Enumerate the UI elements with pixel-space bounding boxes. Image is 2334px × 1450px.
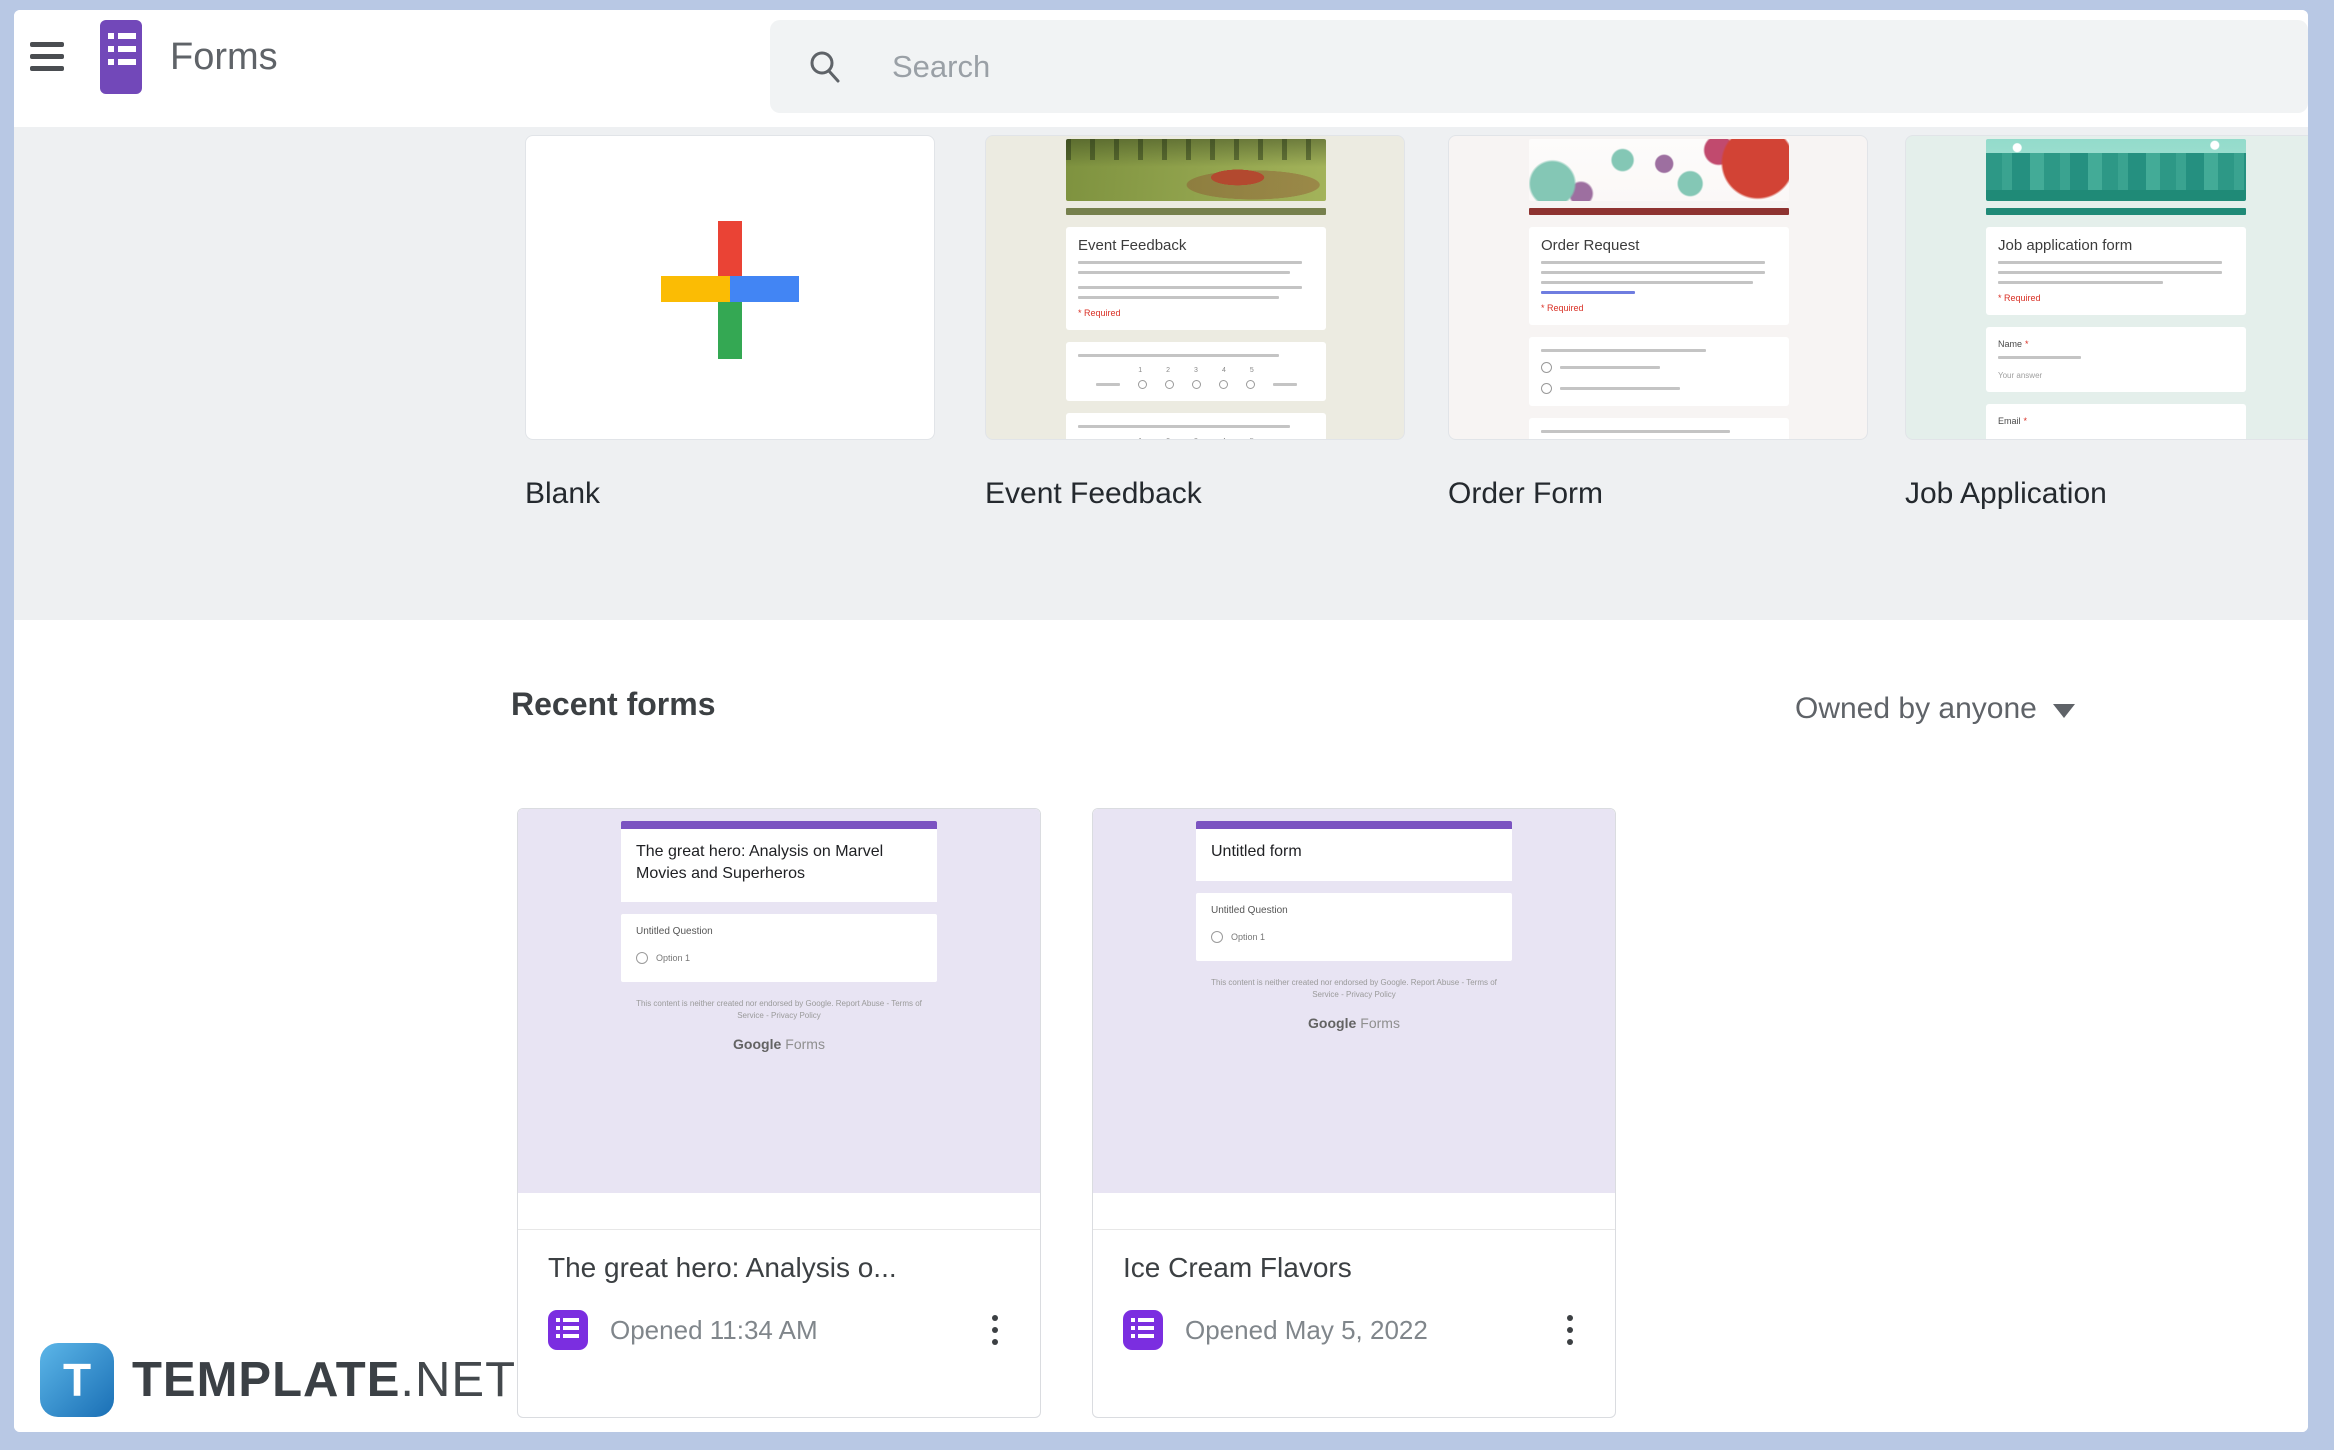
order-preview-title: Order Request: [1541, 237, 1777, 254]
new-form-plus-icon: [526, 136, 934, 439]
order-preview-question-1: [1529, 337, 1789, 406]
template-net-icon: T: [40, 1343, 114, 1417]
radio-icon: [636, 952, 648, 964]
template-job-application[interactable]: Job application form * Required Name* Yo…: [1905, 135, 2308, 440]
app-window: Forms Search Event Feedback: [14, 10, 2308, 1432]
template-label-order-form: Order Form: [1448, 477, 1603, 511]
google-forms-wordmark: GoogleForms: [621, 1036, 937, 1052]
preview-theme-bar: [1196, 821, 1512, 829]
event-preview-question-2: 12345: [1066, 413, 1326, 440]
preview-form-title: Untitled form: [1196, 829, 1512, 881]
preview-disclaimer: This content is neither created nor endo…: [1196, 977, 1512, 1001]
form-preview-thumbnail: Untitled form Untitled Question Option 1…: [1093, 809, 1615, 1229]
preview-form-title: The great hero: Analysis on Marvel Movie…: [621, 829, 937, 902]
form-preview-thumbnail: The great hero: Analysis on Marvel Movie…: [518, 809, 1040, 1229]
search-input[interactable]: Search: [770, 20, 2308, 113]
template-label-event-feedback: Event Feedback: [985, 477, 1202, 511]
search-icon: [806, 48, 844, 86]
preview-theme-bar: [621, 821, 937, 829]
job-preview-title: Job application form: [1998, 237, 2234, 254]
radio-icon: [1211, 931, 1223, 943]
recent-forms-heading: Recent forms: [511, 686, 716, 723]
job-theme-bar: [1986, 208, 2246, 215]
order-required-text: * Required: [1541, 303, 1777, 313]
event-theme-bar: [1066, 208, 1326, 215]
template-blank[interactable]: [525, 135, 935, 440]
recent-card-footer: The great hero: Analysis o... Opened 11:…: [518, 1229, 1040, 1350]
topbar: Forms Search: [14, 10, 2308, 127]
google-forms-wordmark: GoogleForms: [1196, 1015, 1512, 1031]
job-banner-image: [1986, 139, 2246, 201]
hamburger-menu-icon[interactable]: [30, 42, 64, 78]
template-label-job-application: Job Application: [1905, 477, 2107, 511]
opened-timestamp: Opened 11:34 AM: [610, 1315, 818, 1346]
chevron-down-icon: [2053, 704, 2075, 718]
job-preview-field-name: Name* Your answer: [1986, 327, 2246, 392]
recent-form-title: The great hero: Analysis o...: [548, 1252, 1010, 1284]
template-label-blank: Blank: [525, 477, 600, 511]
recent-form-title: Ice Cream Flavors: [1123, 1252, 1585, 1284]
template-order-form[interactable]: Order Request * Required Your answer: [1448, 135, 1868, 440]
owner-filter-label: Owned by anyone: [1795, 692, 2037, 726]
forms-app-icon[interactable]: [100, 20, 142, 94]
forms-file-icon: [548, 1310, 588, 1350]
event-preview-header: Event Feedback * Required: [1066, 227, 1326, 330]
more-options-button[interactable]: [988, 1311, 1002, 1349]
event-preview-question-1: 12345: [1066, 342, 1326, 401]
recent-forms-section: Recent forms Owned by anyone The great h…: [14, 620, 2308, 1432]
app-title: Forms: [170, 36, 278, 79]
order-preview-question-2: Your answer: [1529, 418, 1789, 440]
template-event-feedback[interactable]: Event Feedback * Required 12345: [985, 135, 1405, 440]
preview-question-card: Untitled Question Option 1: [621, 914, 937, 982]
search-placeholder: Search: [892, 49, 990, 85]
job-preview-header: Job application form * Required: [1986, 227, 2246, 315]
preview-question-card: Untitled Question Option 1: [1196, 893, 1512, 961]
event-required-text: * Required: [1078, 308, 1314, 318]
template-gallery: Event Feedback * Required 12345: [14, 127, 2308, 620]
forms-file-icon: [1123, 1310, 1163, 1350]
template-net-watermark: T TEMPLATE.NET: [40, 1343, 516, 1417]
job-required-text: * Required: [1998, 293, 2234, 303]
event-banner-image: [1066, 139, 1326, 201]
order-banner-image: [1529, 139, 1789, 201]
template-net-brand: TEMPLATE.NET: [132, 1352, 516, 1408]
recent-form-card-ice-cream[interactable]: Untitled form Untitled Question Option 1…: [1092, 808, 1616, 1418]
recent-form-card-great-hero[interactable]: The great hero: Analysis on Marvel Movie…: [517, 808, 1041, 1418]
order-theme-bar: [1529, 208, 1789, 215]
more-options-button[interactable]: [1563, 1311, 1577, 1349]
job-preview-field-email: Email* Your answer: [1986, 404, 2246, 440]
opened-timestamp: Opened May 5, 2022: [1185, 1315, 1428, 1346]
preview-disclaimer: This content is neither created nor endo…: [621, 998, 937, 1022]
event-preview-title: Event Feedback: [1078, 237, 1314, 254]
owner-filter-dropdown[interactable]: Owned by anyone: [1795, 692, 2075, 726]
order-preview-header: Order Request * Required: [1529, 227, 1789, 325]
recent-card-footer: Ice Cream Flavors Opened May 5, 2022: [1093, 1229, 1615, 1350]
